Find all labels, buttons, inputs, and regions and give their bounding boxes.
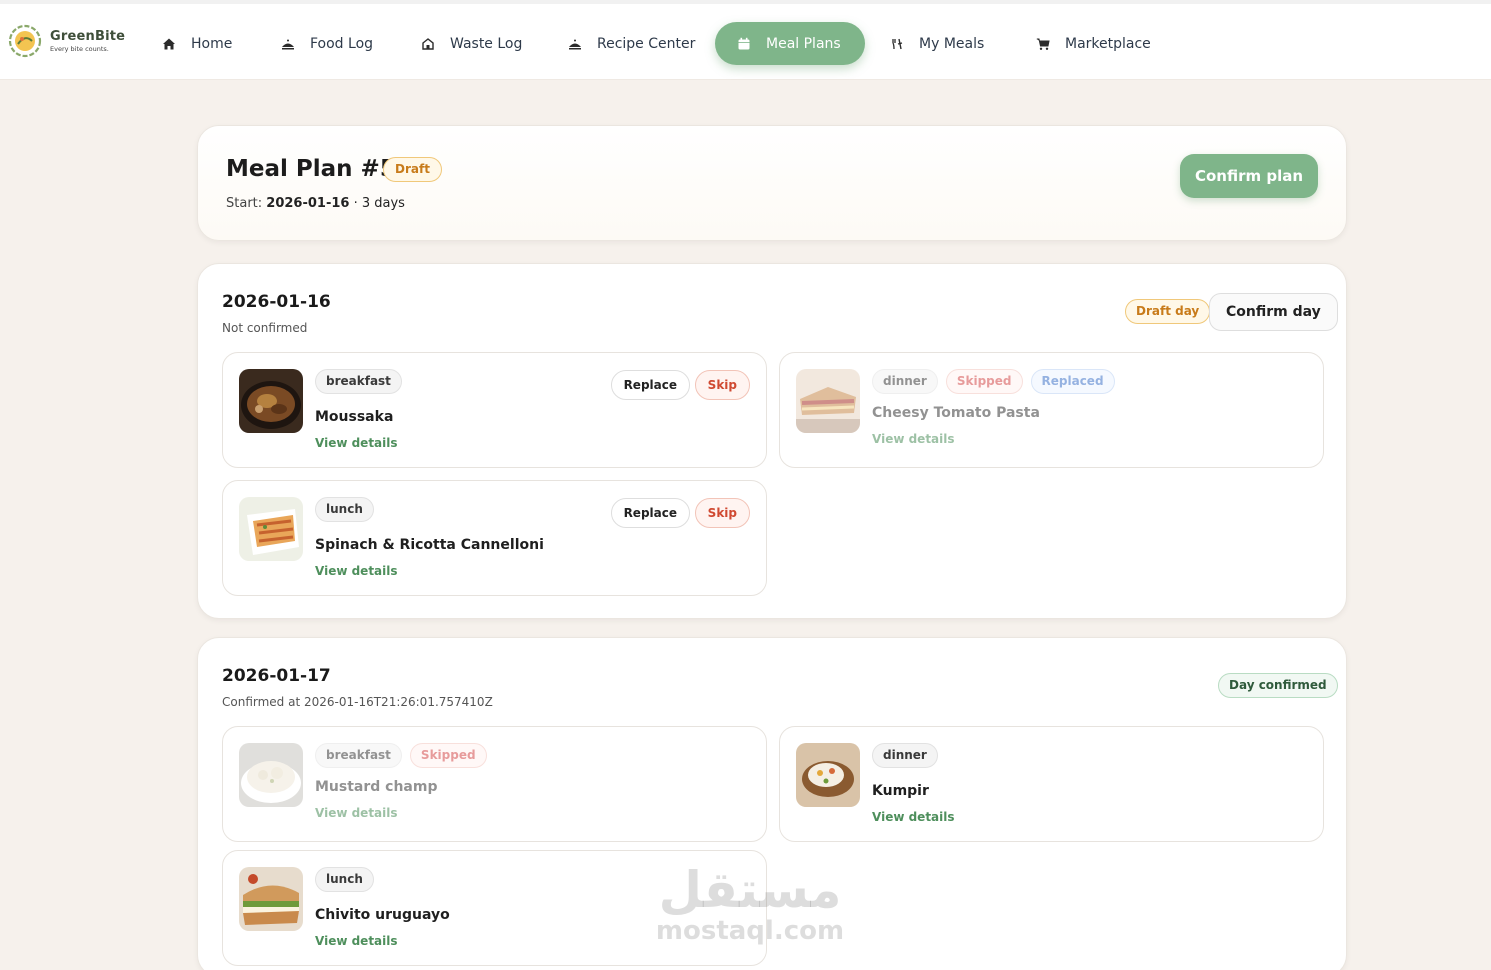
replace-button[interactable]: Replace (610, 498, 690, 528)
replace-button[interactable]: Replace (610, 370, 690, 400)
meal-name: Cheesy Tomato Pasta (872, 405, 1040, 421)
nav-item-waste-log[interactable]: Waste Log (421, 22, 522, 65)
meal-card: lunch Spinach & Ricotta Cannelloni View … (222, 480, 767, 596)
meal-name: Mustard champ (315, 779, 438, 795)
brand-logo[interactable]: GreenBite Every bite counts. (8, 24, 125, 58)
day-card: 2026-01-16 Not confirmed Draft day Confi… (197, 263, 1347, 619)
replaced-tag: Replaced (1030, 369, 1115, 394)
meal-card: breakfast Skipped Mustard champ View det… (222, 726, 767, 842)
meal-type-tag: lunch (315, 497, 374, 522)
meal-type-tag: lunch (315, 867, 374, 892)
skipped-tag: Skipped (409, 743, 487, 768)
skipped-tag: Skipped (945, 369, 1023, 394)
view-details-link[interactable]: View details (315, 806, 398, 820)
skip-button[interactable]: Skip (694, 370, 750, 400)
day-status: Confirmed at 2026-01-16T21:26:01.757410Z (222, 695, 493, 709)
meal-name: Kumpir (872, 783, 929, 799)
day-status-badge: Draft day (1125, 299, 1211, 324)
meal-plan-header-card: Meal Plan #5 Draft Start: 2026-01-16 · 3… (197, 125, 1347, 241)
meal-image[interactable] (796, 369, 860, 433)
nav-label: My Meals (919, 35, 985, 52)
nav-item-meal-plans[interactable]: Meal Plans (715, 22, 865, 65)
view-details-link[interactable]: View details (872, 432, 955, 446)
nav-label: Recipe Center (597, 35, 696, 52)
greenbite-logo-icon (8, 24, 42, 58)
meal-type-tag: breakfast (315, 369, 402, 394)
plan-start-date: 2026-01-16 (266, 196, 350, 211)
top-navbar: GreenBite Every bite counts. Home Food L… (0, 0, 1491, 80)
nav-label: Home (191, 35, 233, 52)
nav-label: Food Log (310, 35, 374, 52)
nav-item-food-log[interactable]: Food Log (281, 22, 373, 65)
meal-name: Spinach & Ricotta Cannelloni (315, 537, 544, 553)
plan-summary: Start: 2026-01-16 · 3 days (226, 196, 405, 211)
food-icon (281, 37, 295, 51)
confirm-day-button[interactable]: Confirm day (1209, 293, 1338, 331)
meal-type-tag: dinner (872, 743, 938, 768)
meal-image[interactable] (239, 743, 303, 807)
calendar-icon (737, 37, 751, 51)
waste-icon (421, 37, 435, 51)
nav-item-recipe-center[interactable]: Recipe Center (568, 22, 695, 65)
day-status: Not confirmed (222, 321, 308, 335)
plan-duration: · 3 days (353, 196, 405, 211)
meal-card: dinner Kumpir View details (779, 726, 1324, 842)
nav-item-my-meals[interactable]: My Meals (890, 22, 984, 65)
meal-name: Chivito uruguayo (315, 907, 450, 923)
meal-image[interactable] (239, 867, 303, 931)
brand-tagline: Every bite counts. (50, 45, 109, 53)
page-title: Meal Plan #5 (226, 156, 396, 182)
meal-image[interactable] (239, 497, 303, 561)
skip-button[interactable]: Skip (694, 498, 750, 528)
view-details-link[interactable]: View details (315, 564, 398, 578)
view-details-link[interactable]: View details (315, 436, 398, 450)
nav-label: Meal Plans (766, 35, 841, 52)
nav-item-home[interactable]: Home (162, 22, 232, 65)
meal-image[interactable] (239, 369, 303, 433)
home-icon (162, 37, 176, 51)
meal-card: dinner Skipped Replaced Cheesy Tomato Pa… (779, 352, 1324, 468)
recipe-icon (568, 37, 582, 51)
meal-type-tag: breakfast (315, 743, 402, 768)
view-details-link[interactable]: View details (872, 810, 955, 824)
plan-status-badge: Draft (383, 157, 442, 182)
plan-start-label: Start: (226, 196, 263, 211)
day-date: 2026-01-17 (222, 666, 331, 686)
meal-card: breakfast Moussaka View details Replace … (222, 352, 767, 468)
day-card: 2026-01-17 Confirmed at 2026-01-16T21:26… (197, 637, 1347, 970)
day-status-badge: Day confirmed (1218, 673, 1338, 698)
meal-image[interactable] (796, 743, 860, 807)
view-details-link[interactable]: View details (315, 934, 398, 948)
cart-icon (1036, 37, 1050, 51)
nav-item-marketplace[interactable]: Marketplace (1036, 22, 1151, 65)
meal-name: Moussaka (315, 409, 394, 425)
brand-name: GreenBite (50, 29, 126, 44)
meal-type-tag: dinner (872, 369, 938, 394)
confirm-plan-button[interactable]: Confirm plan (1180, 154, 1318, 198)
day-date: 2026-01-16 (222, 292, 331, 312)
nav-label: Marketplace (1065, 35, 1151, 52)
meal-card: lunch Chivito uruguayo View details (222, 850, 767, 966)
nav-label: Waste Log (450, 35, 523, 52)
meals-icon (890, 37, 904, 51)
